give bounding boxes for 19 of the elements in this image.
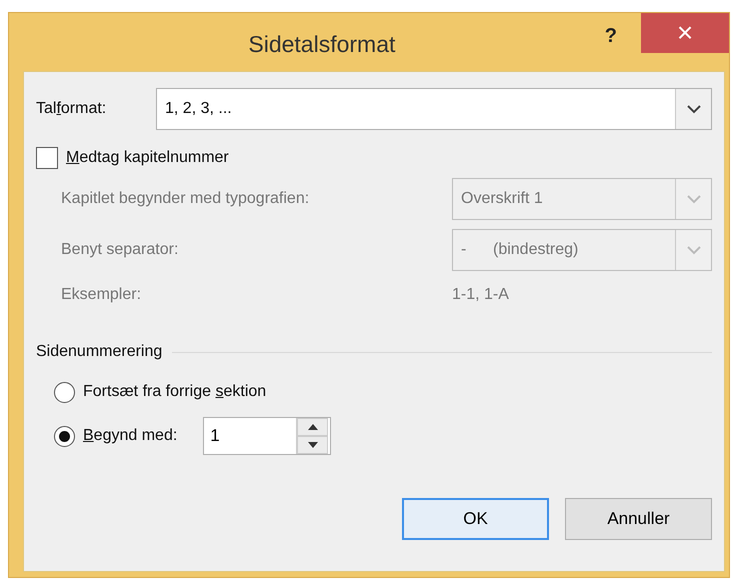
section-title: Sidenummerering <box>36 342 162 362</box>
radio-button[interactable] <box>54 382 75 402</box>
field-label: Talformat: <box>36 99 108 119</box>
close-button[interactable]: × <box>641 13 729 53</box>
cancel-button[interactable]: Annuller <box>565 498 712 540</box>
checkbox[interactable] <box>36 147 58 169</box>
field-label: Eksempler: <box>61 285 142 305</box>
help-button[interactable]: ? <box>604 21 617 51</box>
ok-button[interactable]: OK <box>402 498 549 540</box>
field-label: Kapitlet begynder med typografien: <box>61 189 310 209</box>
window-title: Sidetalsformat <box>247 30 396 59</box>
example-text: 1-1, 1-A <box>452 285 509 305</box>
radio-button[interactable] <box>54 426 75 446</box>
radio-label[interactable]: Begynd med: <box>83 424 178 448</box>
checkbox-label[interactable]: Medtag kapitelnummer <box>66 146 229 170</box>
number-spinner[interactable]: 1 <box>203 417 332 455</box>
radio-label[interactable]: Fortsæt fra forrige sektion <box>83 380 266 404</box>
number-format-dropdown[interactable]: 1, 2, 3, ... <box>156 88 712 130</box>
field-label: Benyt separator: <box>61 240 180 260</box>
